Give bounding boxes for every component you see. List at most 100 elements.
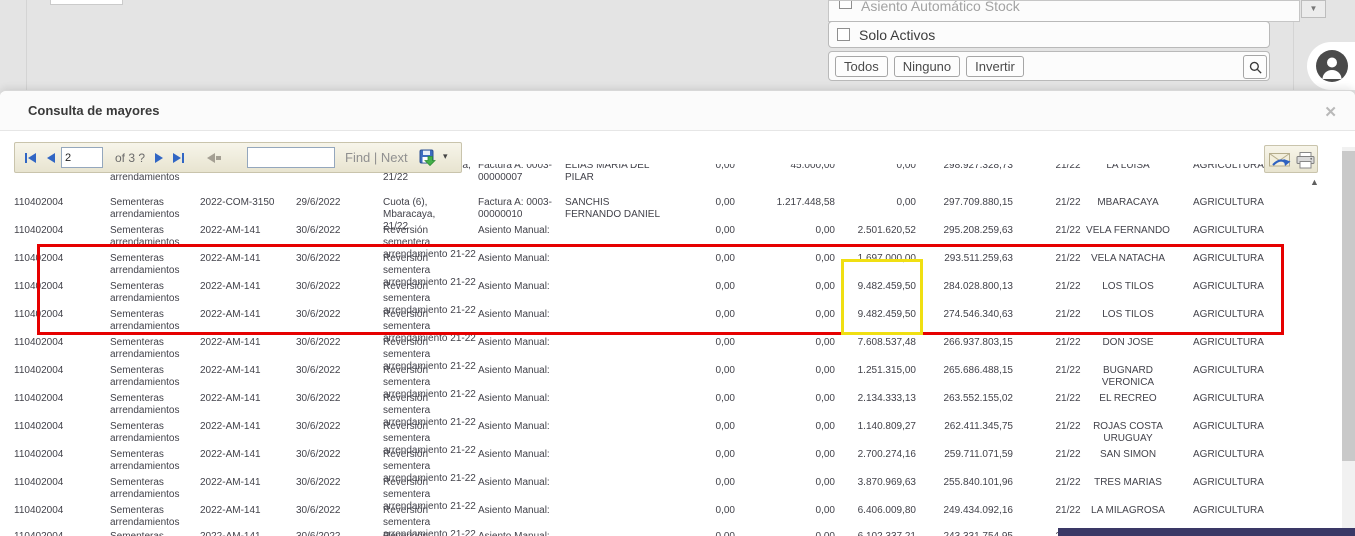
table-row: 110402004 Sementeras arrendamientos 2022-A…: [0, 361, 1341, 400]
table-row: 110402004 Sementeras arrendamientos 2022-A…: [0, 473, 1341, 512]
cell-debit: 0,00: [715, 393, 735, 404]
export-print-block: [1264, 145, 1318, 173]
cell-debit: 0,00: [715, 505, 735, 516]
find-text-input[interactable]: [247, 147, 335, 168]
cell-concept: Sementeras arrendamientos: [110, 393, 180, 416]
cell-account: 110402004: [14, 421, 64, 432]
table-row: 110402004 Sementeras arrendamientos 2022-A…: [0, 389, 1341, 428]
cell-debit: 0,00: [715, 449, 735, 460]
cell-holder: EL RECREO: [1099, 393, 1157, 404]
invertir-button[interactable]: Invertir: [966, 56, 1024, 77]
cell-amount: 2.700.274,16: [857, 449, 916, 460]
cell-date: 30/6/2022: [296, 365, 341, 376]
cell-concept: Sementeras arrendamientos: [110, 449, 180, 472]
cell-concept: Sementeras arrendamientos: [110, 505, 180, 528]
cell-activity: AGRICULTURA: [1193, 197, 1264, 208]
cell-amount: 6.102.337,21: [838, 531, 916, 536]
cell-credit: 1.217.448,58: [776, 197, 835, 208]
cell-ref: Factura A: 0003- 00000007: [478, 164, 552, 183]
cell-credit: 0,00: [815, 477, 835, 488]
cell-amount: 0,00: [896, 164, 916, 171]
cell-amount: 2.501.620,52: [857, 225, 916, 236]
cell-ref: Factura A: 0003- 00000010: [478, 197, 552, 220]
cell-account: 110402004: [14, 393, 64, 404]
export-save-icon[interactable]: [419, 149, 437, 172]
cell-debit: 0,00: [715, 225, 735, 236]
close-icon[interactable]: ✕: [1324, 103, 1337, 121]
chevron-down-icon[interactable]: ▼: [1301, 0, 1326, 18]
table-row: 110402004 Sementeras arrendamientos 2022-A…: [0, 445, 1341, 484]
checkbox-solo-activos[interactable]: [837, 28, 850, 41]
cell-balance: 262.411.345,75: [944, 421, 1013, 432]
cell-debit: 0,00: [715, 337, 735, 348]
cell-date: 30/6/2022: [296, 477, 341, 488]
cell-debit: 0,00: [715, 365, 735, 376]
cell-activity: AGRICULTURA: [1193, 164, 1264, 171]
cell-amount: 1.140.809,27: [857, 421, 916, 432]
cell-ref: Asiento Manual:: [478, 449, 550, 460]
cell-debit: 0,00: [715, 421, 735, 432]
back-arrow-icon[interactable]: [207, 153, 221, 163]
cell-holder: VELA FERNANDO: [1086, 225, 1170, 236]
cell-account: 110402004: [14, 225, 64, 236]
cell-credit: 0,00: [815, 505, 835, 516]
dialog-header: Consulta de mayores ✕: [0, 91, 1355, 131]
export-caret-icon[interactable]: ▾: [443, 151, 448, 162]
cell-concept: Sementeras arrendamientos: [110, 337, 180, 360]
cell-concept: Sementeras arrendamientos: [110, 197, 180, 220]
cell-name: SANCHIS FERNANDO DANIEL: [565, 197, 661, 220]
cell-amount: 1.251.315,00: [857, 365, 916, 376]
cell-amount: 0,00: [896, 197, 916, 208]
cell-activity: AGRICULTURA: [1193, 449, 1264, 460]
cell-holder: ROJAS COSTA URUGUAY: [1093, 421, 1163, 444]
previous-page-button[interactable]: [47, 153, 55, 163]
cell-concept: Sementeras arrendamientos: [110, 531, 198, 536]
cell-ref: Asiento Manual:: [478, 421, 550, 432]
search-button[interactable]: [1243, 55, 1267, 79]
ninguno-button[interactable]: Ninguno: [893, 56, 961, 77]
navy-overlay-bar: [1058, 528, 1355, 536]
cell-account: 110402004: [14, 197, 64, 208]
cell-amount: 6.406.009,80: [857, 505, 916, 516]
first-page-button[interactable]: [25, 153, 36, 163]
table-row: 110402004 Sementeras arrendamientos 2022-A…: [0, 333, 1341, 372]
cell-credit: 0,00: [815, 449, 835, 460]
cell-balance: 295.208.259,63: [943, 225, 1013, 236]
background-divider: [1293, 18, 1294, 90]
checkbox-asiento-automatico[interactable]: [839, 1, 852, 9]
cell-ref: Asiento Manual:: [478, 505, 550, 516]
find-next-links[interactable]: Find | Next: [345, 150, 408, 165]
solo-activos-panel: Solo Activos: [828, 21, 1270, 48]
cell-credit: 0,00: [815, 365, 835, 376]
dropdown-item-label: Asiento Automático Stock: [861, 0, 1020, 14]
last-page-button[interactable]: [173, 153, 184, 163]
cell-debit: 0,00: [715, 197, 735, 208]
email-export-icon[interactable]: [1269, 152, 1292, 173]
cell-amount: 3.870.969,63: [857, 477, 916, 488]
cell-date: 30/6/2022: [296, 421, 341, 432]
print-icon[interactable]: [1296, 152, 1315, 174]
avatar[interactable]: [1307, 42, 1355, 90]
filter-dropdown-list[interactable]: Asiento Automático Stock: [828, 0, 1300, 22]
cell-date: 30/6/2022: [296, 531, 366, 536]
todos-button[interactable]: Todos: [835, 56, 888, 77]
scroll-up-icon[interactable]: ▲: [1310, 177, 1319, 187]
cell-ref: Asiento Manual:: [478, 337, 550, 348]
cell-account: 110402004: [14, 337, 64, 348]
cell-doc: 2022-AM-141: [200, 449, 261, 460]
scrollbar-thumb[interactable]: [1342, 151, 1355, 461]
cell-balance: 266.937.803,15: [943, 337, 1013, 348]
next-page-button[interactable]: [155, 153, 163, 163]
cell-activity: AGRICULTURA: [1193, 477, 1264, 488]
page-title: Consulta de mayores: [28, 103, 160, 118]
cell-activity: AGRICULTURA: [1193, 393, 1264, 404]
background-divider: [26, 0, 27, 90]
cell-doc: 2022-AM-141: [200, 531, 292, 536]
cell-balance: 243.331.754,95: [928, 531, 1013, 536]
consulta-de-mayores-dialog: Consulta de mayores ✕ 110402004 Sementera…: [0, 90, 1355, 536]
page-number-input[interactable]: [61, 147, 103, 168]
cell-concept: Sementeras arrendamientos: [110, 421, 180, 444]
solo-activos-label: Solo Activos: [859, 27, 936, 43]
cell-doc: 2022-AM-141: [200, 421, 261, 432]
cell-amount: 7.608.537,48: [857, 337, 916, 348]
